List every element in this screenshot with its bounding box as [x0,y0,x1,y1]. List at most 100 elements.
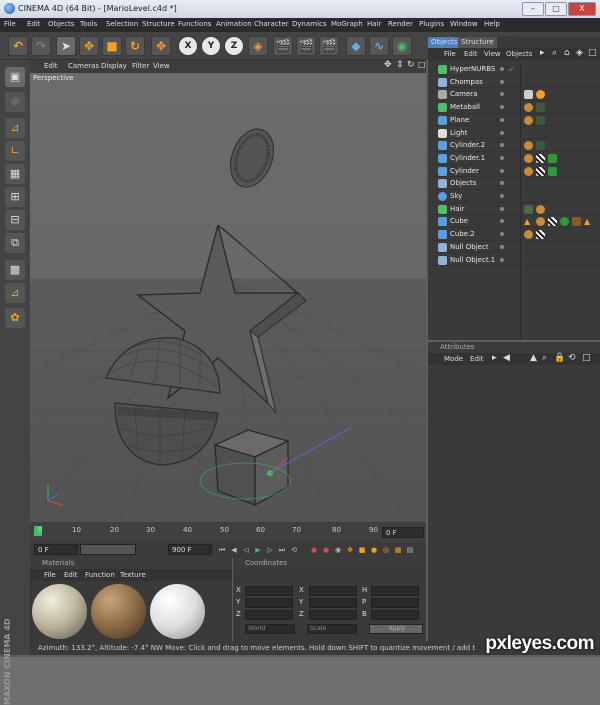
objects-menu-objects[interactable]: Objects [506,50,532,58]
key-scale-icon[interactable]: ■ [357,545,367,555]
timeline-ruler[interactable]: 0 10 20 30 40 50 60 70 80 90 0 F [30,522,426,542]
position-x-field[interactable] [245,586,293,596]
prev-frame-icon[interactable]: ◁ [241,545,251,555]
menu-help[interactable]: Help [484,20,500,28]
visibility-dot[interactable] [500,168,504,173]
spline-icon[interactable]: ∿ [369,36,389,56]
object-row-camera[interactable]: Camera [428,88,600,102]
menu-window[interactable]: Window [450,20,478,28]
key-selection-icon[interactable]: ◉ [333,545,343,555]
phong-tag-icon[interactable] [524,103,533,113]
checker-icon[interactable]: ▩ [5,260,25,280]
search-icon[interactable]: ⌕ [552,48,557,58]
menu-edit[interactable]: Edit [27,20,41,28]
objects-menu-edit[interactable]: Edit [464,50,478,58]
maximize-button[interactable]: □ [545,2,567,16]
maximize-view-icon[interactable]: □ [418,60,426,69]
render-view-icon[interactable]: 🎬 [273,36,293,56]
axis-y-button[interactable]: Y [201,36,221,56]
axis-x-button[interactable]: X [178,36,198,56]
object-row-chompas[interactable]: Chompas [428,76,600,89]
phong-tag-icon[interactable] [536,204,545,214]
record-icon[interactable]: ● [309,545,319,555]
menu-tools[interactable]: Tools [80,20,97,28]
material-tag-icon[interactable] [548,153,557,163]
size-x-field[interactable] [309,586,357,596]
size-z-field[interactable] [309,610,357,620]
prev-key-icon[interactable]: ◀ [229,545,239,555]
object-row-sky[interactable]: Sky [428,190,600,203]
back-icon[interactable]: ◀ [503,353,510,363]
frame-range-slider[interactable] [80,544,136,555]
cube-primitive-icon[interactable]: ◆ [346,36,366,56]
object-row-plane[interactable]: Plane [428,114,600,127]
visibility-dot[interactable] [500,206,504,211]
hair-material-tag-icon[interactable] [524,204,533,214]
end-frame-field[interactable]: 900 F [168,544,212,555]
object-row-objects[interactable]: Objects [428,177,600,190]
history-icon[interactable]: ⟲ [568,353,576,363]
material-tag-icon[interactable] [536,141,545,151]
autokey-icon[interactable]: ● [321,545,331,555]
visibility-dot[interactable] [500,143,504,148]
protection-tag-icon[interactable] [536,90,545,100]
current-frame-field[interactable]: 0 F [382,527,424,538]
visibility-dot[interactable] [500,130,504,135]
apply-button[interactable]: Apply [369,624,423,634]
new-view-icon[interactable]: □ [588,48,597,58]
viewport-perspective[interactable]: Perspective [30,73,426,522]
next-frame-icon[interactable]: ▷ [265,545,275,555]
phong-tag-icon[interactable] [524,166,533,176]
workplane-icon[interactable]: ⊿ [5,283,25,303]
phong-tag-icon[interactable] [524,141,533,151]
material-tag-icon[interactable] [536,115,545,125]
position-z-field[interactable] [245,610,293,620]
start-frame-field[interactable]: 0 F [34,544,78,555]
viewport-menu-filter[interactable]: Filter [132,62,149,70]
texture-tag-icon[interactable] [536,230,545,240]
paint-icon[interactable]: ✿ [5,308,25,328]
position-y-field[interactable] [245,598,293,608]
object-row-cylinder-2[interactable]: Cylinder.2 [428,139,600,152]
material-tag-icon[interactable] [560,217,569,227]
material-tag-icon[interactable] [572,217,581,227]
menu-file[interactable]: File [4,20,16,28]
edges-mode-icon[interactable]: ⊟ [5,210,25,230]
menu-dynamics[interactable]: Dynamics [292,20,327,28]
menu-selection[interactable]: Selection [106,20,138,28]
visibility-dot[interactable] [500,92,504,97]
select-arrow-icon[interactable]: ➤ [56,36,76,56]
materials-menu-texture[interactable]: Texture [120,571,146,579]
arrow-right-icon[interactable]: ▸ [540,48,545,58]
material-swatch[interactable] [32,584,87,639]
world-coords-icon[interactable]: ✥ [151,36,171,56]
object-row-hypernurbs[interactable]: HyperNURBS ✓ [428,63,600,76]
minimize-button[interactable]: – [522,2,544,16]
material-swatch[interactable] [91,584,146,639]
texture-mode-icon[interactable]: ▦ [5,164,25,184]
model-mode-icon[interactable]: ⬢ [5,92,25,112]
object-row-light[interactable]: Light [428,127,600,140]
polygons-mode-icon[interactable]: ⧉ [5,233,25,253]
visibility-dot[interactable] [500,79,504,84]
arrow-right-icon[interactable]: ▸ [492,353,497,363]
render-settings-icon[interactable]: 🎬 [319,36,339,56]
goto-end-icon[interactable]: ⏭ [277,545,287,555]
home-icon[interactable]: ⌂ [564,48,570,58]
up-icon[interactable]: ▲ [530,353,537,363]
menu-animation[interactable]: Animation [216,20,252,28]
key-parameter-icon[interactable]: ◎ [381,545,391,555]
undo-icon[interactable]: ↶ [8,36,28,56]
viewport-menu-cameras[interactable]: Cameras [68,62,99,70]
key-pla-icon[interactable]: ▦ [393,545,403,555]
material-tag-icon[interactable] [536,103,545,113]
play-icon[interactable]: ▶ [253,545,263,555]
object-row-cube-2[interactable]: Cube.2 [428,228,600,241]
loop-icon[interactable]: ⟲ [289,545,299,555]
materials-menu-function[interactable]: Function [85,571,115,579]
size-y-field[interactable] [309,598,357,608]
visibility-dot[interactable] [500,117,504,122]
key-rotation-icon[interactable]: ● [369,545,379,555]
texture-tag-icon[interactable] [536,166,545,176]
menu-structure[interactable]: Structure [142,20,175,28]
